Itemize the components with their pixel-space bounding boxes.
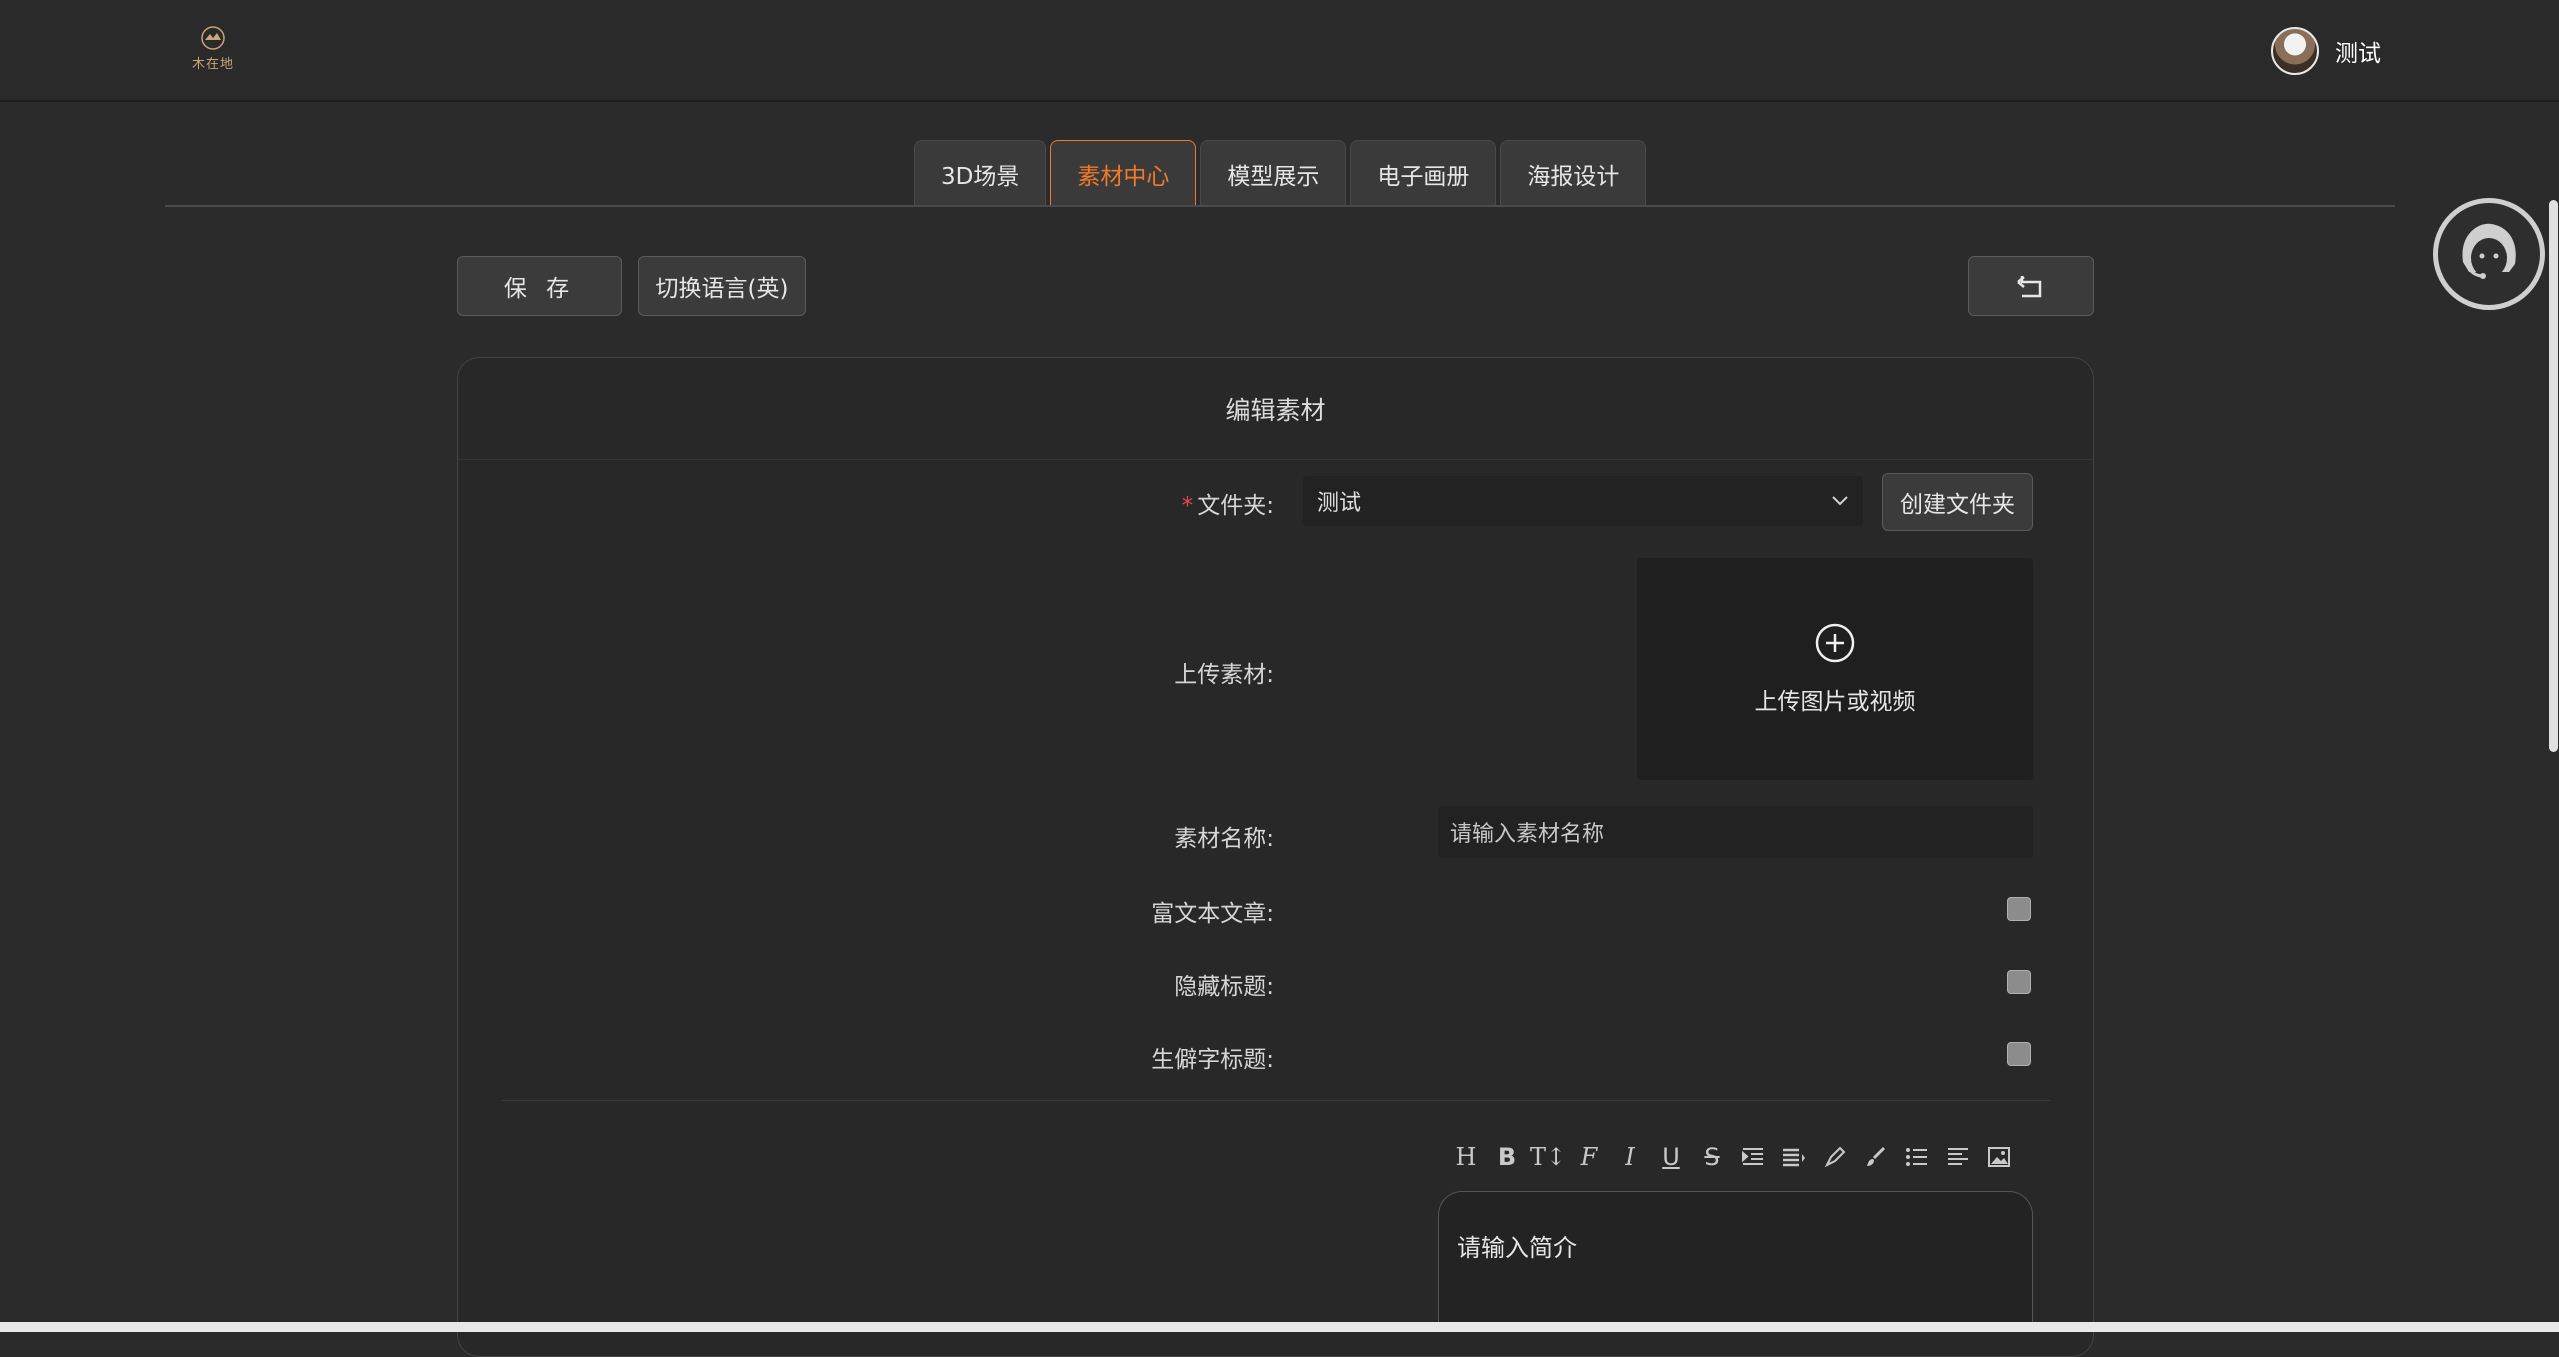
material-name-label: 素材名称:: [1174, 826, 1274, 852]
rich-text-checkbox[interactable]: [2007, 897, 2031, 921]
tab-model-display[interactable]: 模型展示: [1200, 140, 1347, 206]
chevron-down-icon: [1832, 496, 1848, 506]
upload-dropzone[interactable]: 上传图片或视频: [1637, 558, 2033, 780]
plus-circle-icon: [1815, 623, 1855, 663]
bold-icon[interactable]: B: [1493, 1143, 1521, 1171]
folder-label-text: 文件夹:: [1197, 493, 1274, 519]
justify-icon[interactable]: [1944, 1143, 1972, 1171]
bullet-list-icon[interactable]: [1903, 1143, 1931, 1171]
avatar[interactable]: [2271, 27, 2319, 75]
tab-e-album[interactable]: 电子画册: [1350, 140, 1497, 206]
tab-3d-scene[interactable]: 3D场景: [914, 140, 1047, 206]
folder-label: * 文件夹:: [1182, 486, 1274, 520]
editor-toolbar: H B T↕ F I U S: [1452, 1140, 2013, 1174]
rich-text-label: 富文本文章:: [1151, 901, 1274, 927]
material-name-input[interactable]: 请输入素材名称: [1438, 806, 2033, 858]
upload-label: 上传素材:: [1174, 662, 1274, 688]
tab-poster-design[interactable]: 海报设计: [1500, 140, 1647, 206]
user-menu[interactable]: 测试: [2271, 26, 2381, 76]
main-tabs: 3D场景 素材中心 模型展示 电子画册 海报设计: [914, 140, 1647, 206]
switch-language-button[interactable]: 切换语言(英): [638, 256, 806, 316]
tab-material-center[interactable]: 素材中心: [1050, 140, 1197, 206]
rare-char-title-checkbox[interactable]: [2007, 1042, 2031, 1066]
section-divider: [502, 1100, 2050, 1101]
font-family-icon[interactable]: F: [1575, 1143, 1603, 1171]
description-editor[interactable]: 请输入简介: [1438, 1191, 2033, 1332]
logo-icon: [201, 25, 225, 50]
tabs-divider: [165, 205, 2395, 207]
indent-icon[interactable]: [1739, 1143, 1767, 1171]
underline-icon[interactable]: U: [1657, 1143, 1685, 1171]
user-name[interactable]: 测试: [2335, 34, 2381, 68]
brand-logo[interactable]: 木在地: [183, 20, 243, 76]
logo-text: 木在地: [191, 56, 234, 72]
font-size-icon[interactable]: T↕: [1530, 1143, 1566, 1171]
card-title: 编辑素材: [458, 358, 2093, 460]
back-button[interactable]: [1968, 256, 2094, 316]
line-height-icon[interactable]: [1780, 1143, 1808, 1171]
required-mark: *: [1181, 493, 1194, 519]
folder-select-value: 测试: [1317, 491, 1362, 516]
folder-select[interactable]: 测试: [1303, 476, 1863, 526]
upload-hint: 上传图片或视频: [1754, 689, 1916, 715]
create-folder-button[interactable]: 创建文件夹: [1882, 473, 2033, 531]
customer-service-icon: [2462, 223, 2516, 279]
hide-title-checkbox[interactable]: [2007, 970, 2031, 994]
save-button[interactable]: 保 存: [457, 256, 622, 316]
window-bottom-edge: [0, 1322, 2559, 1332]
strikethrough-icon[interactable]: S: [1698, 1143, 1726, 1171]
top-bar: 木在地 测试: [0, 0, 2559, 102]
italic-icon[interactable]: I: [1616, 1143, 1644, 1171]
heading-icon[interactable]: H: [1452, 1143, 1480, 1171]
customer-service-button[interactable]: [2433, 198, 2545, 310]
highlight-icon[interactable]: [1821, 1143, 1849, 1171]
brush-icon[interactable]: [1862, 1143, 1890, 1171]
scrollbar-thumb[interactable]: [2549, 200, 2558, 752]
rare-char-title-label: 生僻字标题:: [1151, 1047, 1274, 1073]
hide-title-label: 隐藏标题:: [1174, 974, 1274, 1000]
return-icon: [2017, 276, 2042, 298]
image-icon[interactable]: [1985, 1143, 2013, 1171]
